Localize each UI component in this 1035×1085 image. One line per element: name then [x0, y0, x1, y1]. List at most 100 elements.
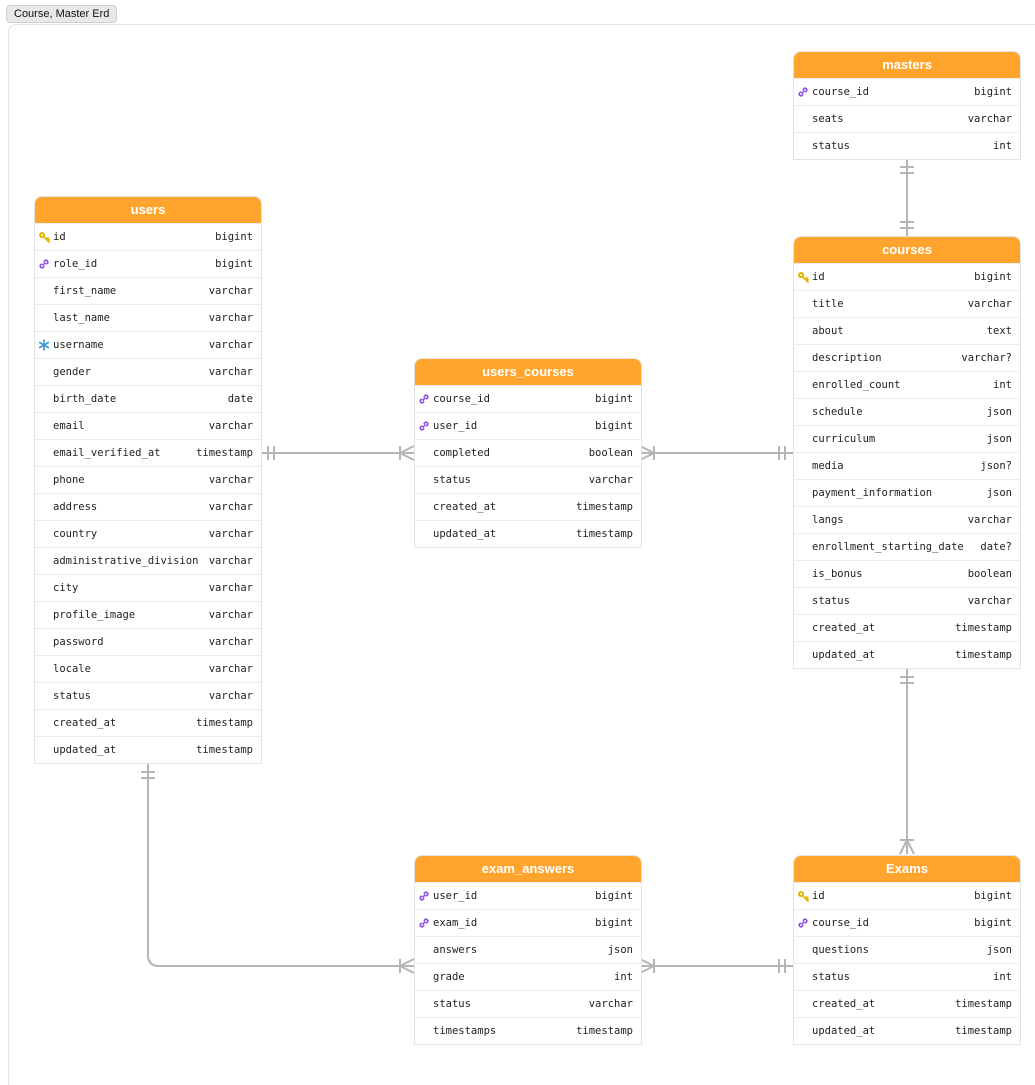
- column-row[interactable]: administrative_division varchar: [35, 547, 261, 574]
- column-type: bigint: [595, 420, 633, 432]
- column-type: json: [607, 944, 633, 956]
- table-header-exam_answers[interactable]: exam_answers: [415, 856, 641, 882]
- column-row[interactable]: email varchar: [35, 412, 261, 439]
- column-type: timestamp: [576, 1025, 633, 1037]
- column-row[interactable]: id bigint: [794, 263, 1020, 290]
- column-row[interactable]: address varchar: [35, 493, 261, 520]
- column-row[interactable]: gender varchar: [35, 358, 261, 385]
- column-row[interactable]: media json?: [794, 452, 1020, 479]
- table-header-users_courses[interactable]: users_courses: [415, 359, 641, 385]
- link-icon: [35, 258, 53, 270]
- column-type: varchar: [208, 285, 253, 297]
- column-name: user_id: [433, 890, 478, 902]
- column-row[interactable]: payment_information json: [794, 479, 1020, 506]
- column-type: json: [986, 406, 1012, 418]
- column-row[interactable]: is_bonus boolean: [794, 560, 1020, 587]
- column-row[interactable]: phone varchar: [35, 466, 261, 493]
- column-type: date: [227, 393, 253, 405]
- column-name: langs: [812, 514, 844, 526]
- column-row[interactable]: id bigint: [794, 882, 1020, 909]
- column-row[interactable]: created_at timestamp: [35, 709, 261, 736]
- column-row[interactable]: created_at timestamp: [794, 614, 1020, 641]
- table-exams[interactable]: Exams id bigint course_id bigint questions js…: [793, 855, 1021, 1045]
- column-type: varchar: [967, 298, 1012, 310]
- column-type: bigint: [974, 271, 1012, 283]
- column-row[interactable]: updated_at timestamp: [794, 641, 1020, 668]
- column-row[interactable]: updated_at timestamp: [35, 736, 261, 763]
- column-row[interactable]: answers json: [415, 936, 641, 963]
- table-header-courses[interactable]: courses: [794, 237, 1020, 263]
- table-users[interactable]: users id bigint role_id bigint first_name var…: [34, 196, 262, 764]
- column-type: bigint: [595, 393, 633, 405]
- column-row[interactable]: city varchar: [35, 574, 261, 601]
- column-row[interactable]: course_id bigint: [415, 385, 641, 412]
- column-name: schedule: [812, 406, 863, 418]
- column-row[interactable]: seats varchar: [794, 105, 1020, 132]
- column-row[interactable]: first_name varchar: [35, 277, 261, 304]
- table-header-masters[interactable]: masters: [794, 52, 1020, 78]
- column-name: updated_at: [812, 1025, 876, 1037]
- table-header-users[interactable]: users: [35, 197, 261, 223]
- key-icon: [794, 271, 812, 283]
- column-row[interactable]: completed boolean: [415, 439, 641, 466]
- column-row[interactable]: username varchar: [35, 331, 261, 358]
- column-row[interactable]: timestamps timestamp: [415, 1017, 641, 1044]
- column-row[interactable]: status varchar: [794, 587, 1020, 614]
- column-name: answers: [433, 944, 478, 956]
- column-type: int: [993, 140, 1012, 152]
- column-name: updated_at: [433, 528, 497, 540]
- column-row[interactable]: updated_at timestamp: [415, 520, 641, 547]
- column-row[interactable]: status varchar: [35, 682, 261, 709]
- column-row[interactable]: course_id bigint: [794, 78, 1020, 105]
- column-row[interactable]: status varchar: [415, 990, 641, 1017]
- column-name: email: [53, 420, 85, 432]
- column-name: role_id: [53, 258, 98, 270]
- column-row[interactable]: enrolled_count int: [794, 371, 1020, 398]
- table-masters[interactable]: masters course_id bigint seats varchar statu…: [793, 51, 1021, 160]
- column-row[interactable]: course_id bigint: [794, 909, 1020, 936]
- column-row[interactable]: description varchar?: [794, 344, 1020, 371]
- column-row[interactable]: email_verified_at timestamp: [35, 439, 261, 466]
- column-name: created_at: [433, 501, 497, 513]
- column-row[interactable]: password varchar: [35, 628, 261, 655]
- column-name: status: [433, 474, 471, 486]
- column-row[interactable]: schedule json: [794, 398, 1020, 425]
- column-row[interactable]: user_id bigint: [415, 412, 641, 439]
- table-exam_answers[interactable]: exam_answers user_id bigint exam_id bigint a…: [414, 855, 642, 1045]
- column-row[interactable]: last_name varchar: [35, 304, 261, 331]
- column-type: json: [986, 944, 1012, 956]
- column-name: gender: [53, 366, 91, 378]
- column-row[interactable]: title varchar: [794, 290, 1020, 317]
- column-row[interactable]: birth_date date: [35, 385, 261, 412]
- column-row[interactable]: id bigint: [35, 223, 261, 250]
- column-row[interactable]: status varchar: [415, 466, 641, 493]
- column-name: title: [812, 298, 844, 310]
- column-row[interactable]: status int: [794, 132, 1020, 159]
- column-row[interactable]: created_at timestamp: [794, 990, 1020, 1017]
- column-row[interactable]: user_id bigint: [415, 882, 641, 909]
- column-name: first_name: [53, 285, 117, 297]
- column-type: int: [614, 971, 633, 983]
- column-row[interactable]: about text: [794, 317, 1020, 344]
- column-type: json?: [980, 460, 1012, 472]
- column-row[interactable]: locale varchar: [35, 655, 261, 682]
- table-courses[interactable]: courses id bigint title varchar about text des…: [793, 236, 1021, 669]
- link-icon: [794, 917, 812, 929]
- column-row[interactable]: country varchar: [35, 520, 261, 547]
- column-name: id: [53, 231, 66, 243]
- column-row[interactable]: enrollment_starting_date date?: [794, 533, 1020, 560]
- column-row[interactable]: curriculum json: [794, 425, 1020, 452]
- column-row[interactable]: grade int: [415, 963, 641, 990]
- column-row[interactable]: role_id bigint: [35, 250, 261, 277]
- column-row[interactable]: status int: [794, 963, 1020, 990]
- column-row[interactable]: profile_image varchar: [35, 601, 261, 628]
- column-row[interactable]: exam_id bigint: [415, 909, 641, 936]
- column-row[interactable]: langs varchar: [794, 506, 1020, 533]
- column-name: email_verified_at: [53, 447, 161, 459]
- column-row[interactable]: questions json: [794, 936, 1020, 963]
- table-header-exams[interactable]: Exams: [794, 856, 1020, 882]
- table-users_courses[interactable]: users_courses course_id bigint user_id bigi…: [414, 358, 642, 548]
- column-row[interactable]: created_at timestamp: [415, 493, 641, 520]
- column-row[interactable]: updated_at timestamp: [794, 1017, 1020, 1044]
- column-name: birth_date: [53, 393, 117, 405]
